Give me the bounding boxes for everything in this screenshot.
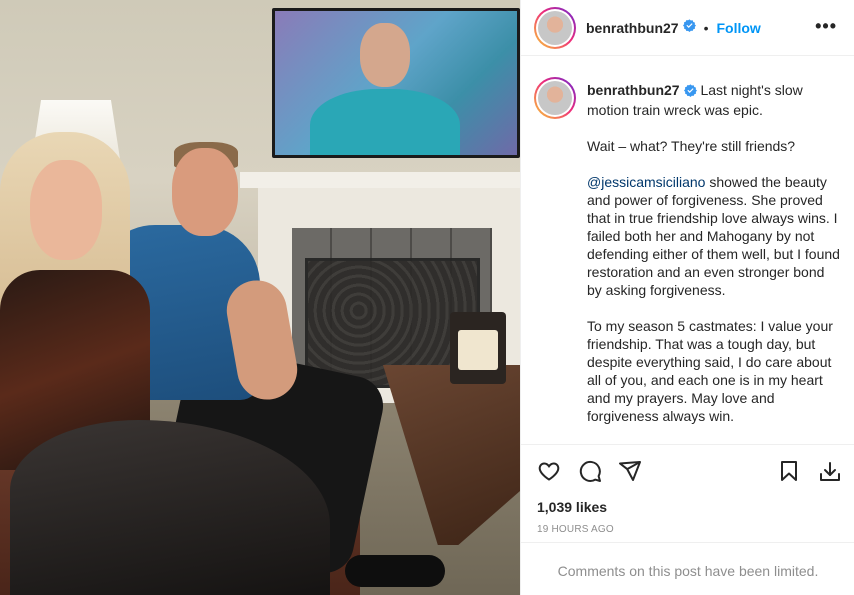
likes-count[interactable]: 1,039 likes (537, 499, 607, 515)
action-bar (521, 444, 854, 492)
tv-figure-body (310, 89, 460, 155)
tv-figure-head (360, 23, 410, 87)
post-header: benrathbun27 • Follow ••• (521, 0, 854, 56)
caption-avatar-inner (536, 79, 574, 117)
caption-paragraph-4: To my season 5 castmates: I value your f… (587, 318, 833, 424)
comments-limited-notice: Comments on this post have been limited. (521, 542, 854, 595)
header-username[interactable]: benrathbun27 (586, 20, 679, 36)
separator-dot: • (703, 20, 709, 36)
photo-candle (458, 330, 498, 370)
verified-badge-icon (682, 19, 696, 37)
more-options-icon[interactable]: ••• (815, 16, 837, 37)
photo-man-head (172, 148, 238, 236)
follow-button[interactable]: Follow (716, 20, 760, 36)
mention-link[interactable]: @jessicamsiciliano (587, 174, 705, 190)
caption-paragraph-3-text: showed the beauty and power of forgivene… (587, 174, 840, 298)
comment-icon[interactable] (578, 459, 602, 488)
avatar-image (538, 11, 572, 45)
caption-text: benrathbun27 Last night's slow motion tr… (587, 81, 841, 443)
verified-badge-icon (683, 83, 697, 101)
bookmark-icon[interactable] (777, 459, 801, 488)
caption-avatar-image (538, 81, 572, 115)
caption-paragraph-3: @jessicamsiciliano showed the beauty and… (587, 173, 841, 299)
caption-paragraph-1: benrathbun27 Last night's slow motion tr… (587, 81, 841, 119)
avatar[interactable] (534, 7, 576, 49)
photo-mantel (240, 172, 520, 188)
avatar-inner (536, 9, 574, 47)
caption-avatar[interactable] (534, 77, 576, 119)
caption-username[interactable]: benrathbun27 (587, 82, 680, 98)
photo-man-shoe (345, 555, 445, 587)
caption-paragraph-2: Wait – what? They're still friends? (587, 138, 796, 154)
photo-tv (272, 8, 520, 158)
photo-tv-screen (275, 11, 517, 155)
paper-plane-icon[interactable] (618, 459, 642, 488)
download-icon[interactable] (818, 459, 842, 488)
post-timestamp[interactable]: 19 HOURS AGO (537, 524, 614, 535)
heart-icon[interactable] (537, 459, 561, 488)
post-side-panel: benrathbun27 • Follow ••• benrathbun27 L… (520, 0, 854, 595)
post-photo[interactable] (0, 0, 520, 595)
caption-area: benrathbun27 Last night's slow motion tr… (521, 57, 854, 443)
photo-woman-face (30, 160, 102, 260)
header-user: benrathbun27 • Follow (586, 19, 761, 37)
